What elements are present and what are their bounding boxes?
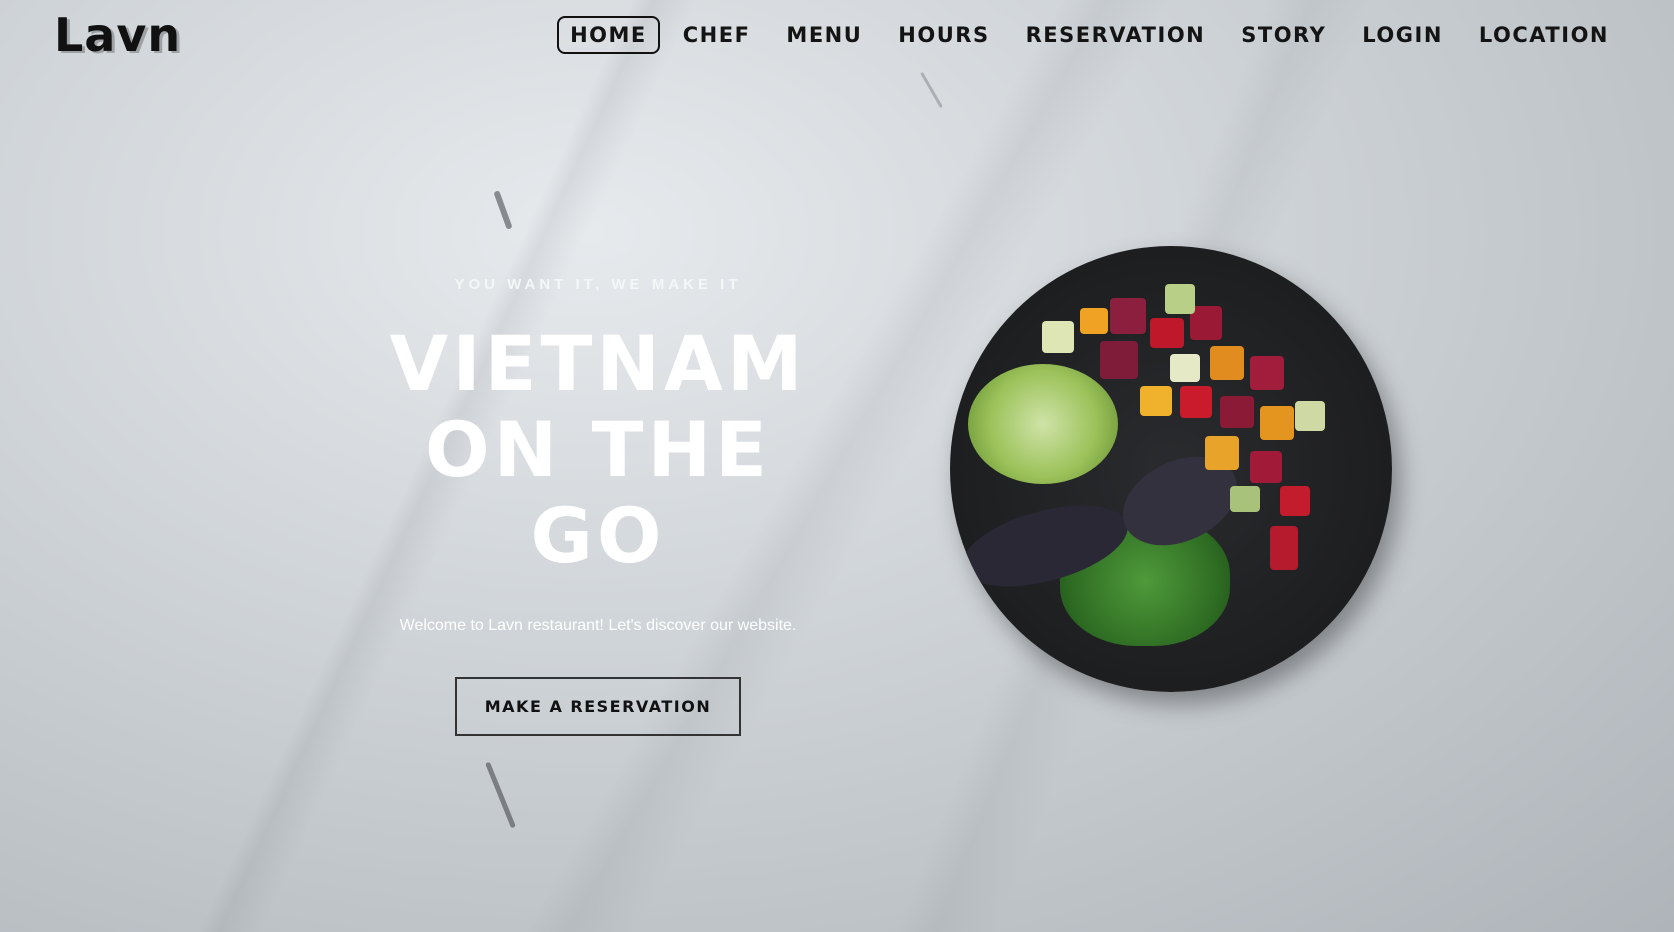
- bowl-tuna: [1250, 356, 1284, 390]
- bowl-tuna: [1220, 396, 1254, 428]
- marble-vein: [493, 190, 513, 230]
- nav-reservation[interactable]: RESERVATION: [1013, 16, 1219, 54]
- bowl-tuna: [1180, 386, 1212, 418]
- hero-welcome-text: Welcome to Lavn restaurant! Let's discov…: [399, 617, 797, 634]
- make-reservation-button[interactable]: MAKE A RESERVATION: [454, 677, 742, 736]
- nav-location[interactable]: LOCATION: [1466, 16, 1622, 54]
- bowl-mango: [1210, 346, 1244, 380]
- bowl-sprouts: [968, 364, 1118, 484]
- brand-logo[interactable]: Lavn: [54, 8, 181, 62]
- bowl-avocado: [1295, 401, 1325, 431]
- nav-menu[interactable]: MENU: [773, 16, 875, 54]
- bowl-avocado: [1230, 486, 1260, 512]
- nav-login[interactable]: LOGIN: [1349, 16, 1456, 54]
- hero-tagline: YOU WANT IT, WE MAKE IT: [454, 276, 742, 293]
- hero-section: YOU WANT IT, WE MAKE IT VIETNAM ON THE G…: [348, 276, 848, 736]
- nav-home[interactable]: HOME: [557, 16, 660, 54]
- poke-bowl-image: [950, 246, 1392, 692]
- main-nav: HOME CHEF MENU HOURS RESERVATION STORY L…: [547, 16, 1622, 54]
- bowl-tuna: [1280, 486, 1310, 516]
- bowl-avocado: [1170, 354, 1200, 382]
- marble-vein: [920, 71, 943, 109]
- bowl-tuna: [1100, 341, 1138, 379]
- bowl-tuna: [1270, 526, 1298, 570]
- hero-title: VIETNAM ON THE GO: [348, 321, 848, 579]
- nav-chef[interactable]: CHEF: [670, 16, 764, 54]
- marble-vein: [485, 761, 516, 829]
- bowl-tuna: [1110, 298, 1146, 334]
- hero-title-line1: VIETNAM: [389, 319, 807, 408]
- bowl-mango: [1080, 308, 1108, 334]
- nav-hours[interactable]: HOURS: [885, 16, 1002, 54]
- bowl-avocado: [1165, 284, 1195, 314]
- bowl-mango: [1205, 436, 1239, 470]
- bowl-tuna: [1250, 451, 1282, 483]
- bowl-tuna: [1150, 318, 1184, 348]
- hero-title-line2: ON THE GO: [424, 405, 772, 580]
- bowl-avocado: [1042, 321, 1074, 353]
- nav-story[interactable]: STORY: [1228, 16, 1339, 54]
- bowl-mango: [1140, 386, 1172, 416]
- bowl-mango: [1260, 406, 1294, 440]
